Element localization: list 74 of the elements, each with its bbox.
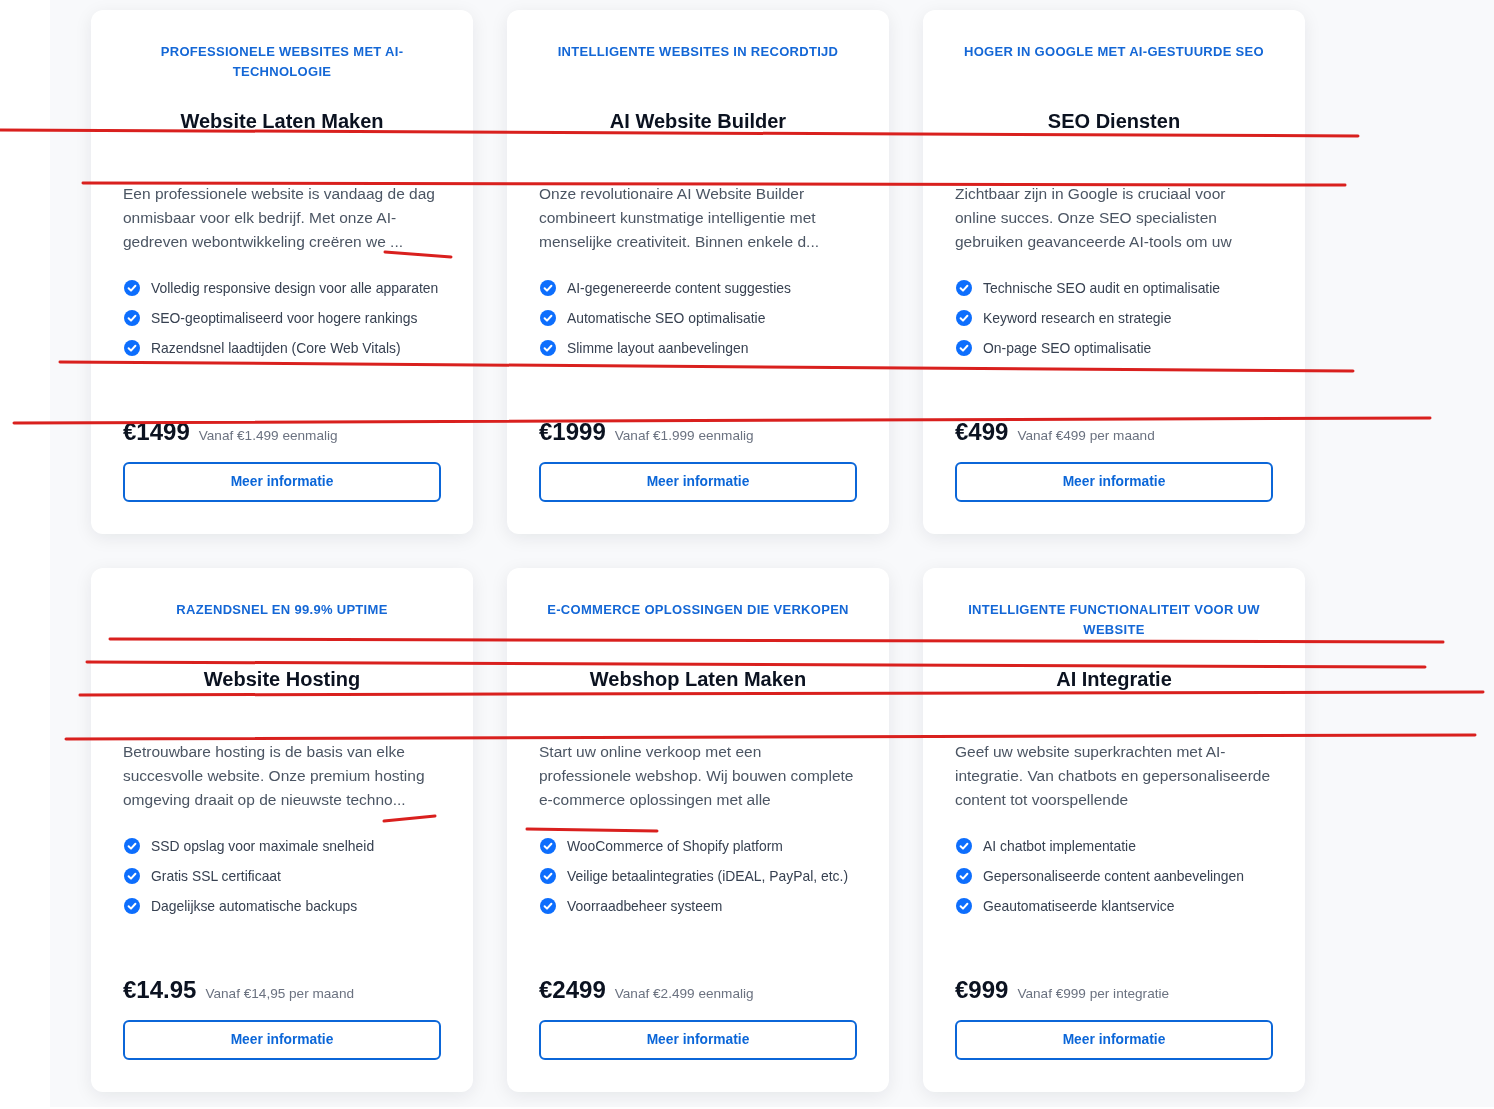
- card-tagline: PROFESSIONELE WEBSITES MET AI-TECHNOLOGIE: [159, 43, 405, 81]
- more-info-button[interactable]: Meer informatie: [539, 1020, 857, 1060]
- check-circle-icon: [956, 310, 972, 326]
- feature-text: AI-gegenereerde content suggesties: [567, 278, 791, 298]
- card-description: Geef uw website superkrachten met AI-integratie. Van chatbots en gepersonaliseerde content tot voorspellende: [955, 742, 1271, 810]
- feature-text: Technische SEO audit en optimalisatie: [983, 278, 1221, 298]
- price-note: Vanaf €499 per maand: [1017, 427, 1155, 445]
- more-info-button[interactable]: Meer informatie: [955, 462, 1273, 502]
- feature-text: Veilige betaalintegraties (iDEAL, PayPal, etc.): [567, 866, 849, 886]
- card-tagline: INTELLIGENTE FUNCTIONALITEIT VOOR UW WEBSITE: [967, 601, 1261, 639]
- price: €1499: [123, 417, 190, 447]
- price-note: Vanaf €1.499 eenmalig: [198, 427, 338, 445]
- price: €499: [955, 417, 1009, 447]
- feature-text: Gepersonaliseerde content aanbevelingen: [983, 866, 1245, 886]
- check-circle-icon: [540, 898, 556, 914]
- check-circle-icon: [124, 868, 140, 884]
- feature-text: Keyword research en strategie: [983, 308, 1172, 328]
- annotation-stroke: [382, 814, 437, 823]
- card-title: Website Laten Maken: [180, 109, 384, 134]
- price-note: Vanaf €1.999 eenmalig: [614, 427, 754, 445]
- check-circle-icon: [124, 838, 140, 854]
- check-circle-icon: [124, 340, 140, 356]
- card-title: AI Integratie: [1056, 667, 1172, 692]
- feature-text: SSD opslag voor maximale snelheid: [151, 836, 375, 856]
- price: €2499: [539, 975, 606, 1005]
- feature-text: Dagelijkse automatische backups: [151, 896, 358, 916]
- check-circle-icon: [124, 898, 140, 914]
- price-note: Vanaf €999 per integratie: [1017, 985, 1170, 1003]
- feature-text: Slimme layout aanbevelingen: [567, 338, 749, 358]
- card-description: Zichtbaar zijn in Google is cruciaal voor online succes. Onze SEO specialisten gebruiken geavanceerde AI-tools om uw: [955, 184, 1233, 252]
- card-tagline: INTELLIGENTE WEBSITES IN RECORDTIJD: [557, 43, 839, 61]
- card-description: Onze revolutionaire AI Website Builder combineert kunstmatige intelligentie met menselijke creativiteit. Binnen enkele d...: [539, 184, 820, 252]
- annotation-stroke: [383, 250, 453, 259]
- price: €1999: [539, 417, 606, 447]
- check-circle-icon: [956, 838, 972, 854]
- more-info-button[interactable]: Meer informatie: [123, 1020, 441, 1060]
- check-circle-icon: [540, 868, 556, 884]
- feature-text: On-page SEO optimalisatie: [983, 338, 1152, 358]
- check-circle-icon: [540, 340, 556, 356]
- feature-text: AI chatbot implementatie: [983, 836, 1136, 856]
- card-title: SEO Diensten: [1047, 109, 1181, 134]
- more-info-button[interactable]: Meer informatie: [955, 1020, 1273, 1060]
- price: €999: [955, 975, 1009, 1005]
- feature-text: Razendsnel laadtijden (Core Web Vitals): [151, 338, 401, 358]
- check-circle-icon: [956, 280, 972, 296]
- card-tagline: HOGER IN GOOGLE MET AI-GESTUURDE SEO: [964, 43, 1264, 61]
- card-description: Start uw online verkoop met een professionele webshop. Wij bouwen complete e-commerce oplossingen met alle: [539, 742, 855, 810]
- card-title: Website Hosting: [203, 667, 361, 692]
- feature-text: Geautomatiseerde klantservice: [983, 896, 1175, 916]
- card-title: Webshop Laten Maken: [589, 667, 807, 692]
- more-info-button[interactable]: Meer informatie: [123, 462, 441, 502]
- card-description: Betrouwbare hosting is de basis van elke succesvolle website. Onze premium hosting omgeving draait op de nieuwste techno...: [123, 742, 426, 810]
- check-circle-icon: [540, 310, 556, 326]
- feature-text: Volledig responsive design voor alle apparaten: [151, 278, 439, 298]
- card-title: AI Website Builder: [609, 109, 787, 134]
- check-circle-icon: [956, 868, 972, 884]
- check-circle-icon: [124, 280, 140, 296]
- check-circle-icon: [540, 280, 556, 296]
- card-tagline: E-COMMERCE OPLOSSINGEN DIE VERKOPEN: [547, 601, 849, 619]
- feature-text: Voorraadbeheer systeem: [567, 896, 723, 916]
- feature-text: Automatische SEO optimalisatie: [567, 308, 766, 328]
- card-description: Een professionele website is vandaag de dag onmisbaar voor elk bedrijf. Met onze AI-gedreven webontwikkeling creëren we ...: [123, 184, 436, 252]
- price-note: Vanaf €14,95 per maand: [205, 985, 355, 1003]
- check-circle-icon: [124, 310, 140, 326]
- more-info-button[interactable]: Meer informatie: [539, 462, 857, 502]
- feature-text: Gratis SSL certificaat: [151, 866, 281, 886]
- check-circle-icon: [540, 838, 556, 854]
- feature-text: SEO-geoptimaliseerd voor hogere rankings: [151, 308, 418, 328]
- check-circle-icon: [956, 898, 972, 914]
- price-note: Vanaf €2.499 eenmalig: [614, 985, 754, 1003]
- card-tagline: RAZENDSNEL EN 99.9% UPTIME: [176, 601, 388, 619]
- check-circle-icon: [956, 340, 972, 356]
- feature-text: WooCommerce of Shopify platform: [567, 836, 783, 856]
- price: €14.95: [123, 975, 197, 1005]
